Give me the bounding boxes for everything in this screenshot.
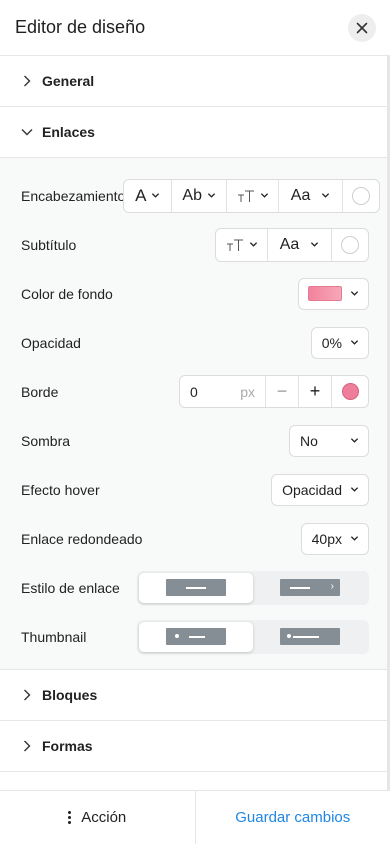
panel-title: Editor de diseño [15,17,146,37]
chevron-right-icon [24,740,31,752]
opacity-dropdown[interactable]: 0% [310,326,369,359]
border-increase-button[interactable]: + [299,376,332,407]
color-swatch [308,286,342,301]
chevron-down-icon [350,291,359,296]
row-opacidad: Opacidad 0% [0,318,390,367]
link-style-arrow-preview: › [280,579,340,596]
section-formas-header[interactable]: Formas [0,721,390,772]
row-estilo-enlace: Estilo de enlace › [0,563,390,612]
section-enlaces-header[interactable]: Enlaces [0,107,390,158]
shadow-dropdown[interactable]: No [289,424,369,457]
section-bloques-header[interactable]: Bloques [0,670,390,721]
heading-size-dropdown[interactable] [227,179,280,212]
chevron-down-icon [350,487,359,492]
subtitle-style-group: Aa [215,227,369,262]
efecto-hover-label: Efecto hover [21,481,100,498]
heading-weight-dropdown[interactable]: Ab [172,179,228,212]
shadow-value: No [300,432,318,449]
subtitle-color-picker[interactable] [332,229,368,261]
action-button[interactable]: Acción [0,791,196,844]
chevron-down-icon [207,193,216,198]
chevron-down-icon [152,193,160,198]
font-icon: A [135,185,147,205]
section-formas-label: Formas [42,738,93,754]
section-general-header[interactable]: General [0,56,390,107]
color-swatch [352,186,371,205]
section-enlaces-label: Enlaces [42,124,95,140]
heading-font-dropdown[interactable]: A [124,179,173,212]
background-color-picker[interactable] [298,277,369,310]
chevron-right-icon [24,689,31,701]
thumbnail-option-1[interactable] [139,621,253,652]
section-general-label: General [42,73,95,89]
chevron-down-icon [260,193,268,198]
rounded-link-value: 40px [311,530,342,547]
chevron-down-icon [350,438,359,443]
chevron-down-icon [322,193,330,198]
chevron-down-icon [350,340,359,345]
row-subtitulo: Subtítulo Aa [0,220,390,269]
chevron-down-icon [21,129,33,136]
color-swatch [341,383,359,400]
link-style-segmented: › [137,570,369,605]
save-changes-button[interactable]: Guardar cambios [196,791,390,844]
link-style-option-arrow[interactable]: › [253,573,367,603]
row-sombra: Sombra No [0,416,390,465]
close-button[interactable] [348,13,376,42]
border-control: 0 px − + [179,375,369,408]
font-weight-icon: Ab [182,186,202,204]
enlaces-panel: Encabezamiento A Ab Aa Subtítulo Aa Colo… [0,158,390,670]
heading-color-picker[interactable] [343,180,379,212]
encabezamiento-label: Encabezamiento [21,187,126,204]
color-fondo-label: Color de fondo [21,285,113,302]
font-size-icon [226,239,243,251]
subtitle-case-dropdown[interactable]: Aa [268,228,332,261]
section-bloques-label: Bloques [42,687,98,703]
estilo-enlace-label: Estilo de enlace [21,579,120,596]
subtitle-size-dropdown[interactable] [216,228,268,261]
row-thumbnail: Thumbnail [0,612,390,661]
hover-effect-value: Opacidad [282,481,342,498]
thumbnail-preview-1 [166,628,226,645]
more-vertical-icon [68,811,72,824]
text-case-icon: Aa [279,235,300,253]
arrow-right-icon: › [330,581,334,592]
link-style-line-preview [166,579,226,596]
row-color-fondo: Color de fondo [0,269,390,318]
opacity-value: 0% [321,334,342,351]
chevron-right-icon [24,75,31,87]
link-style-option-line[interactable] [139,572,253,603]
thumbnail-segmented [137,619,369,654]
footer-bar: Acción Guardar cambios [0,790,390,844]
text-case-icon: Aa [290,186,311,204]
close-icon [356,22,368,33]
editor-header: Editor de diseño [0,0,390,56]
thumbnail-label: Thumbnail [21,628,87,645]
sombra-label: Sombra [21,432,71,449]
border-width-input[interactable]: 0 [180,384,230,400]
chevron-down-icon [311,242,319,247]
thumbnail-preview-2 [280,628,340,645]
border-unit: px [230,376,266,407]
action-label: Acción [81,809,127,826]
border-color-picker[interactable] [332,376,368,407]
heading-case-dropdown[interactable]: Aa [279,179,344,212]
hover-effect-dropdown[interactable]: Opacidad [271,473,369,506]
enlace-redondeado-label: Enlace redondeado [21,530,143,547]
border-decrease-button[interactable]: − [266,376,299,407]
rounded-link-dropdown[interactable]: 40px [300,522,369,555]
thumbnail-option-2[interactable] [253,622,367,652]
chevron-down-icon [249,242,257,247]
row-enlace-redondeado: Enlace redondeado 40px [0,514,390,563]
row-borde: Borde 0 px − + [0,367,390,416]
borde-label: Borde [21,383,59,400]
chevron-down-icon [350,536,359,541]
opacidad-label: Opacidad [21,334,81,351]
row-efecto-hover: Efecto hover Opacidad [0,465,390,514]
font-size-icon [237,190,254,202]
color-swatch [341,235,359,254]
row-encabezamiento: Encabezamiento A Ab Aa [0,171,390,220]
heading-style-group: A Ab Aa [123,178,380,213]
subtitulo-label: Subtítulo [21,236,77,253]
